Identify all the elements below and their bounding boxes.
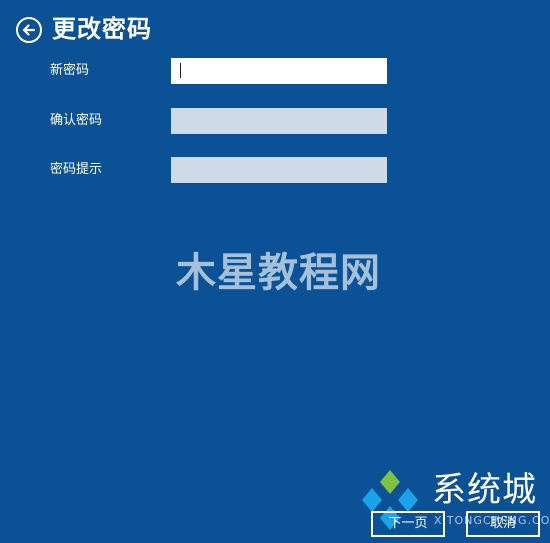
next-button[interactable]: 下一页 [371,511,445,537]
new-password-label: 新密码 [50,63,90,78]
brand-watermark-name: 系统城 [432,470,537,510]
watermark-text: 木星教程网 [176,250,381,296]
back-button[interactable] [16,17,42,43]
confirm-password-label: 确认密码 [50,113,103,128]
confirm-password-field[interactable] [171,108,387,134]
text-caret [180,63,181,78]
password-hint-field[interactable] [171,157,387,183]
arrow-left-circle-icon [22,24,36,36]
new-password-field[interactable] [171,58,387,84]
page-title: 更改密码 [52,15,152,43]
cancel-button[interactable]: 取消 [466,511,540,537]
password-hint-label: 密码提示 [50,162,103,177]
